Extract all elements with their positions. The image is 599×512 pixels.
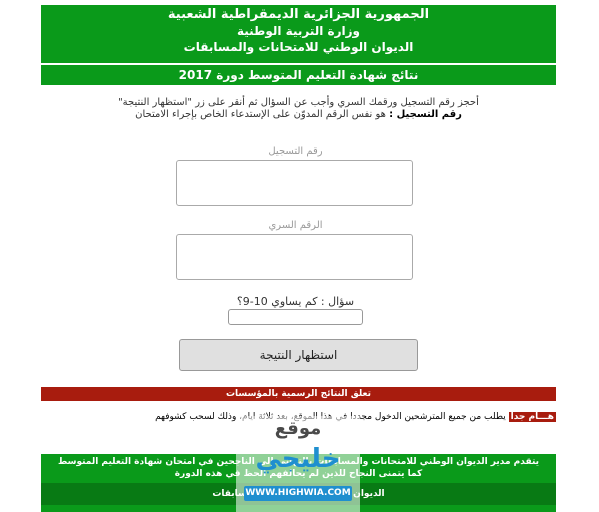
header-republic-title: الجمهورية الجزائرية الديمقراطية الشعبية (167, 7, 430, 22)
registration-note-text: هو نفس الرقم المدوّن على الإستدعاء الخاص… (135, 109, 390, 120)
important-badge: هـــام جدا (508, 412, 556, 422)
instructions-registration-note: رقم التسجيل : هو نفس الرقم المدوّن على ا… (41, 109, 556, 121)
secret-number-label: الرقم السري (268, 220, 323, 231)
site-watermark: موقع خليجي WWW.HIGHWIA.COM (236, 416, 360, 512)
results-title-bar: نتائج شهادة التعليم المتوسط دورة 2017 (41, 65, 556, 85)
registration-number-label: رقم التسجيل (268, 146, 323, 157)
watermark-url: WWW.HIGHWIA.COM (244, 486, 352, 501)
secret-number-input[interactable] (176, 234, 413, 280)
official-results-bar: تعلق النتائج الرسمية بالمؤسسات (41, 387, 556, 401)
header-office-title: الديوان الوطني للامتحانات والمسابقات (183, 40, 414, 54)
registration-number-input[interactable] (176, 160, 413, 206)
registration-note-label: رقم التسجيل : (389, 109, 462, 120)
captcha-answer-input[interactable] (228, 309, 363, 325)
show-result-button[interactable]: استظهار النتيجة (179, 339, 418, 371)
watermark-brand-text: خليجي (255, 444, 341, 474)
header-ministry-title: وزارة التربية الوطنية (236, 24, 360, 38)
instructions: أحجز رقم التسجيل ورقمك السري وأجب عن الس… (41, 97, 556, 121)
instructions-line: أحجز رقم التسجيل ورقمك السري وأجب عن الس… (118, 97, 479, 108)
site-header: الجمهورية الجزائرية الديمقراطية الشعبية … (41, 5, 556, 63)
captcha-question: سؤال : كم يساوي 10-9؟ (236, 295, 355, 308)
watermark-top-text: موقع (274, 418, 322, 439)
